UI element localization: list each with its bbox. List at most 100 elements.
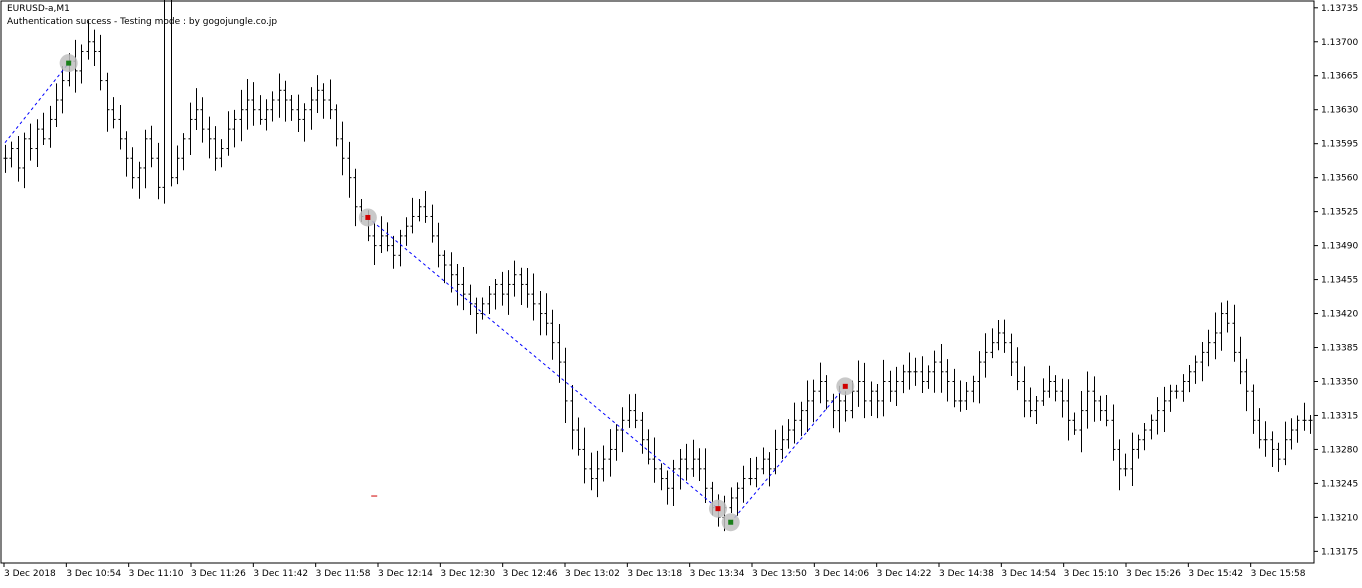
ohlc-bar [550, 309, 555, 360]
price-tick-label: 1.13315 [1321, 411, 1358, 421]
ohlc-bar [1028, 387, 1033, 418]
ohlc-bar [697, 448, 702, 481]
ohlc-bar [35, 119, 40, 168]
ohlc-bar [1123, 453, 1128, 477]
ohlc-bar [608, 429, 613, 477]
plot-frame [0, 0, 1315, 564]
ohlc-bar [1149, 414, 1154, 440]
ohlc-bar [245, 78, 250, 130]
ohlc-bar [111, 97, 116, 129]
ohlc-bar [22, 132, 27, 189]
ohlc-bar [1111, 404, 1116, 461]
ohlc-bar [901, 364, 906, 394]
ohlc-bar [1072, 412, 1077, 435]
ohlc-bar [423, 191, 428, 223]
ohlc-bar [251, 82, 256, 126]
ohlc-bar [735, 482, 740, 516]
ohlc-bar [875, 384, 880, 419]
ohlc-bar [1022, 366, 1027, 418]
ohlc-bar [137, 161, 142, 199]
ohlc-bar [455, 263, 460, 306]
price-tick-label: 1.13630 [1321, 106, 1358, 116]
ohlc-bar [818, 362, 823, 404]
time-tick-label: 3 Dec 14:38 [939, 569, 994, 579]
time-tick-label: 3 Dec 2018 [4, 569, 56, 579]
trade-marker-buy [66, 60, 72, 66]
ohlc-bar [563, 347, 568, 424]
time-tick-label: 3 Dec 12:30 [440, 569, 495, 579]
time-tick-label: 3 Dec 13:50 [752, 569, 807, 579]
trade-marker-buy [728, 519, 734, 525]
ohlc-bar [391, 235, 396, 269]
ohlc-bar [1219, 302, 1224, 351]
price-tick-label: 1.13175 [1321, 547, 1358, 557]
price-tick-label: 1.13245 [1321, 479, 1358, 489]
ohlc-bar [792, 402, 797, 444]
ohlc-bar [302, 103, 307, 142]
ohlc-bar [843, 391, 848, 422]
ohlc-bar [964, 382, 969, 411]
ohlc-bar [1136, 434, 1141, 459]
ohlc-bar [799, 401, 804, 437]
ohlc-bar [990, 328, 995, 359]
time-tick-label: 3 Dec 15:10 [1064, 569, 1119, 579]
time-tick-label: 3 Dec 11:42 [253, 569, 308, 579]
ohlc-bar [678, 448, 683, 490]
ohlc-bar [761, 447, 766, 475]
ohlc-bar [684, 443, 689, 481]
ohlc-bar [1034, 396, 1039, 424]
ohlc-bar [1092, 376, 1097, 422]
ohlc-bar [1238, 336, 1243, 385]
chart-symbol-label: EURUSD-a,M1 [7, 4, 70, 14]
ohlc-bar [1009, 333, 1014, 377]
ohlc-bar [1060, 378, 1065, 418]
price-tick-label: 1.13700 [1321, 38, 1358, 48]
ohlc-bar [773, 429, 778, 475]
ohlc-bar [767, 452, 772, 487]
price-chart[interactable]: 1.13735 1.13700 1.13665 1.13630 1.13595 1.135… [0, 0, 1362, 584]
ohlc-bar [417, 199, 422, 222]
ohlc-bar [601, 445, 606, 482]
ohlc-bar [1098, 395, 1103, 421]
ohlc-bar [54, 83, 59, 128]
ohlc-bar [3, 144, 8, 173]
chart-status-text: Authentication success - Testing mode : … [7, 17, 278, 27]
ohlc-bar [219, 139, 224, 168]
ohlc-bar [1117, 439, 1122, 491]
ohlc-bar [1276, 442, 1281, 472]
ohlc-bar [340, 121, 345, 176]
ohlc-bar [48, 105, 53, 148]
time-tick-label: 3 Dec 15:42 [1188, 569, 1243, 579]
ohlc-bar [977, 351, 982, 404]
time-tick-label: 3 Dec 15:26 [1126, 569, 1181, 579]
ohlc-bar [461, 267, 466, 311]
ohlc-bar [1066, 379, 1071, 441]
ohlc-bar [506, 270, 511, 315]
ohlc-bar [162, 0, 165, 204]
ohlc-bar [748, 457, 753, 486]
ohlc-bar [270, 91, 275, 122]
trade-marker-sell [365, 214, 371, 220]
ohlc-bar [557, 324, 562, 383]
ohlc-bar [952, 368, 957, 408]
ohlc-bar [334, 104, 339, 147]
ohlc-bar [519, 267, 524, 305]
ohlc-bar [1308, 414, 1313, 434]
ohlc-bar [971, 375, 976, 403]
ohlc-bar [1225, 300, 1230, 333]
ohlc-bar [315, 75, 320, 114]
ohlc-bar [277, 73, 282, 118]
ohlc-bar [525, 268, 530, 308]
ohlc-bar [1213, 312, 1218, 360]
ohlc-bar [124, 131, 129, 177]
ohlc-bar [398, 229, 403, 267]
ohlc-bar [430, 204, 435, 243]
ohlc-bar [188, 102, 193, 155]
time-tick-label: 3 Dec 11:10 [129, 569, 184, 579]
price-tick-label: 1.13525 [1321, 208, 1358, 218]
ohlc-bar [1047, 365, 1052, 398]
price-tick-label: 1.13560 [1321, 174, 1358, 184]
time-tick-label: 3 Dec 11:58 [316, 569, 371, 579]
ohlc-bar [640, 411, 645, 454]
chart-canvas[interactable]: 1.13735 1.13700 1.13665 1.13630 1.13595 1.135… [0, 0, 1362, 584]
